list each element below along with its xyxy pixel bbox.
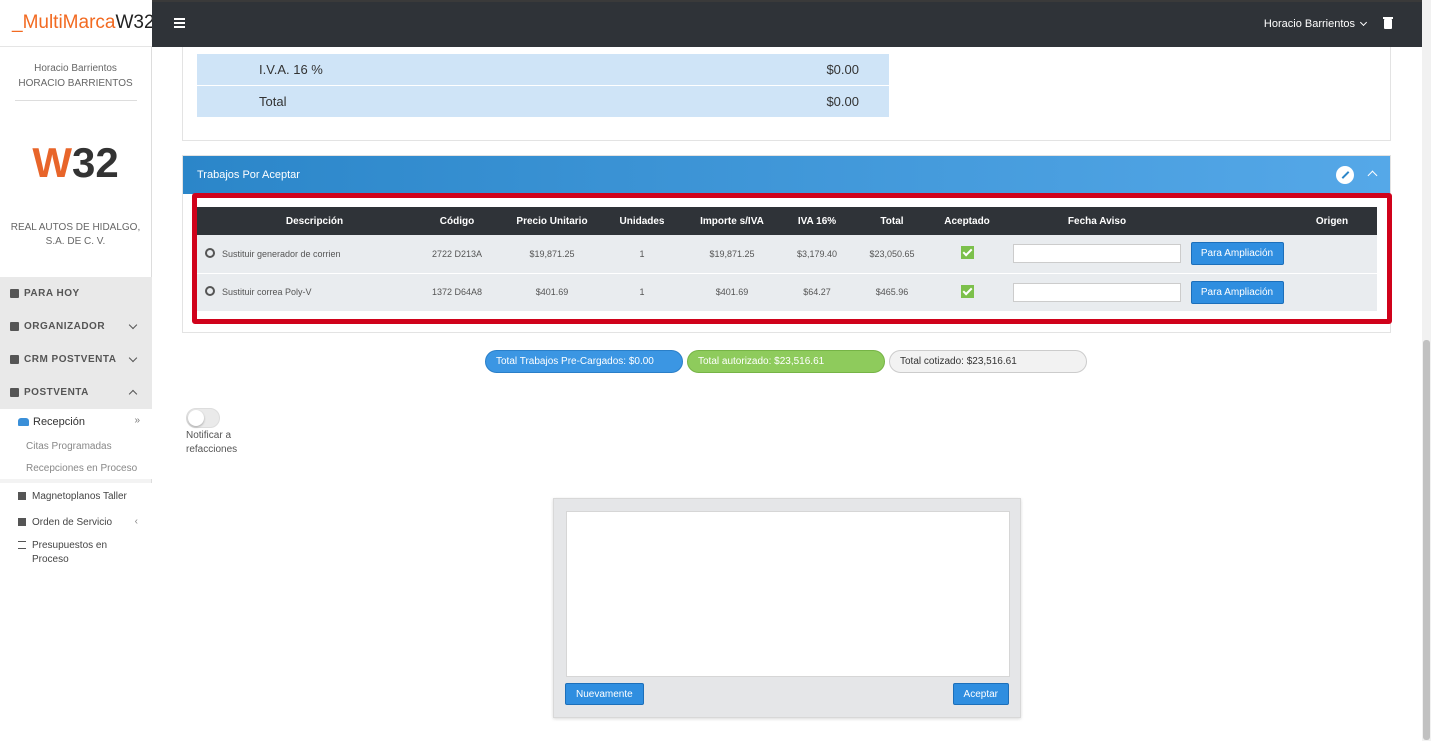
totals-row-iva: I.V.A. 16 % $0.00	[197, 53, 889, 85]
user-menu[interactable]: Horacio Barrientos	[1263, 18, 1368, 30]
user-gear-icon	[10, 355, 19, 364]
sidebar-item-orden-de-servicio[interactable]: Orden de Servicio ‹	[0, 509, 152, 535]
chevron-down-icon	[128, 320, 138, 330]
signature-canvas[interactable]	[566, 511, 1010, 677]
hamburger-menu-icon[interactable]	[174, 18, 185, 29]
company-name: REAL AUTOS DE HIDALGO, S.A. DE C. V.	[10, 222, 141, 247]
sidebar-fill	[0, 571, 152, 741]
clipboard-icon[interactable]	[1383, 17, 1393, 29]
sidebar-item-recepciones-en-proceso[interactable]: Recepciones en Proceso	[0, 457, 152, 479]
sidebar-item-para-hoy[interactable]: PARA HOY	[0, 277, 152, 310]
sidebar: Horacio Barrientos HORACIO BARRIENTOS W3…	[0, 47, 152, 741]
sidebar-user-fullname: HORACIO BARRIENTOS	[18, 78, 133, 89]
notify-toggle[interactable]	[186, 408, 220, 428]
highlight-frame	[192, 193, 1392, 324]
sidebar-item-presupuestos-en-proceso[interactable]: Presupuestos en Proceso	[0, 535, 152, 571]
chevron-up-icon[interactable]	[1367, 170, 1378, 181]
edit-icon[interactable]	[1336, 166, 1354, 184]
list-icon	[18, 541, 26, 549]
chevron-down-icon	[1359, 18, 1368, 27]
sidebar-item-organizador[interactable]: ORGANIZADOR	[0, 310, 152, 343]
totals-table: I.V.A. 16 % $0.00 Total $0.00	[197, 53, 889, 117]
toggle-knob	[188, 410, 204, 426]
main-content: I.V.A. 16 % $0.00 Total $0.00 Trabajos P…	[152, 47, 1422, 741]
panel-title: Trabajos Por Aceptar	[197, 169, 300, 181]
notify-label: Notificar a refacciones	[186, 430, 238, 455]
totals-panel: I.V.A. 16 % $0.00 Total $0.00	[182, 47, 1391, 141]
sidebar-item-citas-programadas[interactable]: Citas Programadas	[0, 435, 152, 457]
sidebar-item-crm-postventa[interactable]: CRM POSTVENTA	[0, 343, 152, 376]
chevron-left-icon: ‹	[134, 516, 138, 527]
scrollbar[interactable]	[1422, 0, 1431, 741]
brand-part1: _MultiMarca	[12, 12, 116, 33]
sidebar-user-name: Horacio Barrientos	[34, 63, 117, 74]
app-root: _MultiMarca W32 Horacio Barrientos Horaci…	[0, 0, 1431, 741]
scrollbar-thumb[interactable]	[1423, 340, 1430, 740]
nuevamente-button[interactable]: Nuevamente	[565, 683, 644, 705]
aceptar-button[interactable]: Aceptar	[952, 683, 1009, 705]
calendar-icon	[18, 492, 26, 500]
company-logo: W 32	[25, 113, 126, 213]
sidebar-user-panel: Horacio Barrientos HORACIO BARRIENTOS W3…	[0, 47, 151, 277]
summary-pills: Total Trabajos Pre-Cargados: $0.00 Total…	[485, 350, 1087, 373]
double-chevron-icon: »	[134, 415, 140, 426]
car-icon	[10, 388, 19, 397]
sidebar-item-recepcion[interactable]: Recepción »	[0, 409, 152, 435]
clipboard-check-icon	[18, 518, 26, 526]
total-precargados-badge: Total Trabajos Pre-Cargados: $0.00	[485, 350, 683, 373]
sidebar-menu: PARA HOY ORGANIZADOR CRM POSTVENTA POSTV…	[0, 277, 152, 741]
sidebar-item-postventa[interactable]: POSTVENTA	[0, 376, 152, 409]
calendar-icon	[10, 289, 19, 298]
user-name: Horacio Barrientos	[1263, 18, 1355, 30]
brand-part2: W32	[115, 12, 155, 33]
divider	[14, 100, 137, 101]
panel-header: Trabajos Por Aceptar	[183, 156, 1390, 194]
total-cotizado-badge: Total cotizado: $23,516.61	[889, 350, 1087, 373]
chevron-down-icon	[128, 353, 138, 363]
car-icon	[18, 418, 29, 426]
chevron-up-icon	[128, 389, 138, 399]
sidebar-item-magnetoplanos[interactable]: Magnetoplanos Taller	[0, 483, 152, 509]
brand-logo[interactable]: _MultiMarca W32	[0, 0, 155, 47]
grid-icon	[10, 322, 19, 331]
totals-row-total: Total $0.00	[197, 85, 889, 117]
signature-box: Nuevamente Aceptar	[553, 498, 1021, 718]
total-autorizado-badge: Total autorizado: $23,516.61	[687, 350, 885, 373]
top-navbar: Horacio Barrientos	[152, 0, 1422, 47]
